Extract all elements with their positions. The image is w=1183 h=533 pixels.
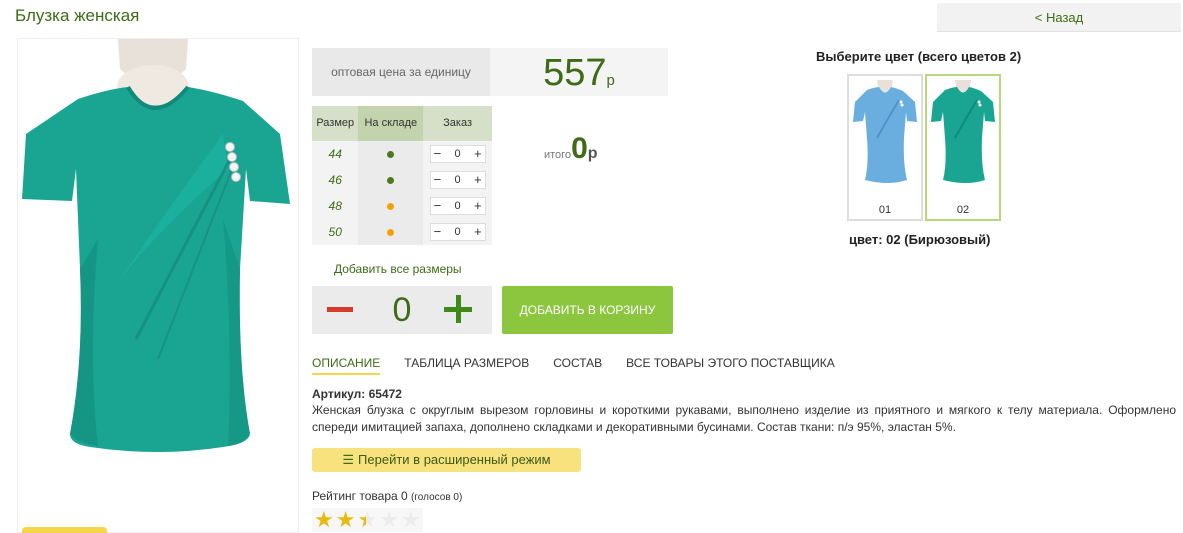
wholesale-price-label: оптовая цена за единицу bbox=[312, 48, 490, 96]
star-empty-icon[interactable]: ★ bbox=[379, 508, 399, 532]
add-all-sizes-link[interactable]: Добавить все размеры bbox=[334, 262, 462, 276]
quantity-control: 0 bbox=[312, 286, 492, 334]
decrement-button[interactable]: − bbox=[434, 146, 442, 162]
order-header: Заказ bbox=[423, 106, 492, 141]
tab-supplier-products[interactable]: ВСЕ ТОВАРЫ ЭТОГО ПОСТАВЩИКА bbox=[626, 356, 835, 375]
total-value: 0 bbox=[571, 132, 588, 165]
wholesale-price: 557р bbox=[490, 48, 668, 96]
total-currency: р bbox=[587, 145, 598, 162]
quantity-stepper: − 0 + bbox=[429, 223, 486, 241]
advanced-mode-button[interactable]: ☰ Перейти в расширенный режим bbox=[312, 448, 581, 472]
back-button[interactable]: < Назад bbox=[937, 3, 1181, 32]
product-tabs: ОПИСАНИЕ ТАБЛИЦА РАЗМЕРОВ СОСТАВ ВСЕ ТОВ… bbox=[312, 356, 835, 375]
rating-label: Рейтинг товара 0 bbox=[312, 489, 408, 503]
color-code: 01 bbox=[878, 204, 892, 216]
decrement-button[interactable]: − bbox=[434, 198, 442, 214]
table-row: 44 − 0 + bbox=[312, 141, 492, 167]
tab-description[interactable]: ОПИСАНИЕ bbox=[312, 356, 381, 375]
star-icon[interactable]: ★ bbox=[336, 508, 356, 532]
rating-votes: (голосов 0) bbox=[411, 492, 463, 503]
quantity-value[interactable]: 0 bbox=[455, 200, 461, 212]
list-icon: ☰ bbox=[342, 452, 355, 467]
product-rating: Рейтинг товара 0 (голосов 0) bbox=[312, 489, 462, 503]
stock-dot-icon bbox=[387, 229, 395, 236]
sizes-table: Размер На складе Заказ 44 − 0 + 46 − 0 + 48 … bbox=[312, 106, 492, 245]
star-half-icon[interactable]: ★ bbox=[357, 508, 377, 532]
choose-color-heading: Выберите цвет (всего цветов 2) bbox=[816, 49, 1022, 64]
size-cell: 50 bbox=[312, 219, 359, 245]
order-cell: − 0 + bbox=[423, 219, 492, 245]
color-option-02[interactable]: 02 bbox=[925, 74, 1001, 221]
price-currency: р bbox=[606, 72, 615, 89]
blouse-turquoise-image bbox=[931, 80, 995, 183]
advanced-mode-label: Перейти в расширенный режим bbox=[358, 452, 551, 467]
size-cell: 44 bbox=[312, 141, 359, 167]
page-title: Блузка женская bbox=[15, 6, 140, 25]
photo-tab[interactable] bbox=[22, 527, 107, 533]
stock-dot-icon bbox=[387, 203, 395, 210]
decrement-button[interactable]: − bbox=[434, 224, 442, 240]
order-cell: − 0 + bbox=[423, 167, 492, 193]
total-label: итого bbox=[544, 149, 572, 161]
price-number: 557 bbox=[543, 52, 607, 94]
stock-cell bbox=[358, 141, 424, 167]
quantity-stepper: − 0 + bbox=[429, 197, 486, 215]
quantity-value[interactable]: 0 bbox=[455, 174, 461, 186]
quantity-total[interactable]: 0 bbox=[372, 286, 432, 334]
table-row: 46 − 0 + bbox=[312, 167, 492, 193]
size-cell: 46 bbox=[312, 167, 359, 193]
color-option-01[interactable]: 01 bbox=[847, 74, 923, 221]
increment-button[interactable]: + bbox=[474, 172, 482, 188]
quantity-value[interactable]: 0 bbox=[455, 226, 461, 238]
tab-size-chart[interactable]: ТАБЛИЦА РАЗМЕРОВ bbox=[404, 356, 529, 375]
increment-button[interactable]: + bbox=[474, 198, 482, 214]
plus-icon[interactable] bbox=[444, 294, 474, 324]
product-photo[interactable] bbox=[17, 38, 299, 533]
star-empty-icon[interactable]: ★ bbox=[401, 508, 421, 532]
stock-cell bbox=[358, 167, 424, 193]
order-total: итого0р bbox=[544, 132, 598, 166]
stock-dot-icon bbox=[387, 177, 395, 184]
color-code: 02 bbox=[956, 204, 970, 216]
table-row: 50 − 0 + bbox=[312, 219, 492, 245]
star-icon[interactable]: ★ bbox=[314, 508, 334, 532]
size-header: Размер bbox=[312, 106, 359, 141]
stock-cell bbox=[358, 193, 424, 219]
order-cell: − 0 + bbox=[423, 193, 492, 219]
quantity-stepper: − 0 + bbox=[429, 145, 486, 163]
minus-icon[interactable] bbox=[327, 307, 353, 312]
increment-button[interactable]: + bbox=[474, 224, 482, 240]
tab-composition[interactable]: СОСТАВ bbox=[553, 356, 602, 375]
order-cell: − 0 + bbox=[423, 141, 492, 167]
stock-dot-icon bbox=[387, 151, 395, 158]
blouse-blue-image bbox=[853, 80, 917, 183]
stock-cell bbox=[358, 219, 424, 245]
article-number: Артикул: 65472 bbox=[312, 387, 402, 401]
table-row: 48 − 0 + bbox=[312, 193, 492, 219]
product-image bbox=[22, 39, 290, 452]
decrement-button[interactable]: − bbox=[434, 172, 442, 188]
quantity-value[interactable]: 0 bbox=[455, 148, 461, 160]
selected-color-label: цвет: 02 (Бирюзовый) bbox=[849, 232, 991, 247]
add-to-cart-button[interactable]: ДОБАВИТЬ В КОРЗИНУ bbox=[502, 286, 673, 334]
quantity-stepper: − 0 + bbox=[429, 171, 486, 189]
increment-button[interactable]: + bbox=[474, 146, 482, 162]
size-cell: 48 bbox=[312, 193, 359, 219]
rating-stars: ★ ★ ★ ★ ★ bbox=[312, 508, 423, 532]
product-description: Женская блузка с округлым вырезом горлов… bbox=[312, 403, 1176, 434]
stock-header: На складе bbox=[358, 106, 424, 141]
